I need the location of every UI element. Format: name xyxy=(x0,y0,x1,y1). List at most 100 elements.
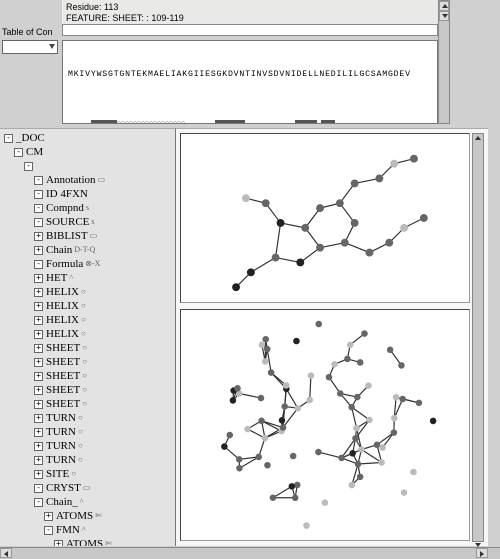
tree-item-21[interactable]: +SITE ○ xyxy=(4,467,175,481)
tree-type-icon: s xyxy=(86,201,89,215)
tree-item-14[interactable]: +SHEET ○ xyxy=(4,369,175,383)
scroll-up-icon[interactable] xyxy=(439,1,449,11)
tree-toggle-icon[interactable]: - xyxy=(34,260,43,269)
tree-toggle-icon[interactable]: - xyxy=(34,498,43,507)
tree-toggle-icon[interactable]: - xyxy=(44,526,53,535)
tree-toggle-icon[interactable]: + xyxy=(34,470,43,479)
tree-item-26[interactable]: +ATOMS ✄ xyxy=(4,537,175,546)
tree-item-9[interactable]: +HELIX ○ xyxy=(4,299,175,313)
tree-toggle-icon[interactable]: - xyxy=(34,190,43,199)
toc-dropdown[interactable] xyxy=(2,40,58,54)
feature-line: FEATURE: SHEET: : 109-119 xyxy=(66,13,434,24)
sequence-panel[interactable]: MKIVYWSGTGNTEKMAELIAKGIIESGKDVNTINVSDVNI… xyxy=(62,40,438,124)
protein-view[interactable] xyxy=(180,309,470,541)
tree-toggle-icon[interactable]: + xyxy=(34,288,43,297)
tree-node[interactable]: - xyxy=(4,159,175,173)
sequence-line-1: MKIVYWSGTGNTEKMAELIAKGIIESGKDVNTINVSDVNI… xyxy=(68,69,432,81)
tree-type-icon: ^ xyxy=(80,495,84,509)
tree-item-label: SHEET xyxy=(46,383,80,397)
tree-toggle-icon[interactable]: + xyxy=(34,302,43,311)
tree-toggle-icon[interactable]: + xyxy=(34,344,43,353)
tree-type-icon: ○ xyxy=(81,285,86,299)
views-scrollbar-vertical[interactable] xyxy=(472,133,484,542)
tree-toggle-icon[interactable]: + xyxy=(34,428,43,437)
tree-type-icon: ○ xyxy=(82,355,87,369)
tree-item-label: SOURCE xyxy=(46,215,89,229)
tree-item-19[interactable]: +TURN ○ xyxy=(4,439,175,453)
tree-item-5[interactable]: +Chain D-T-Q xyxy=(4,243,175,257)
tree-item-4[interactable]: +BIBLIST ▭ xyxy=(4,229,175,243)
tree-node-cm[interactable]: -CM xyxy=(4,145,175,159)
tree-item-15[interactable]: +SHEET ○ xyxy=(4,383,175,397)
tree-item-23[interactable]: -Chain_ ^ xyxy=(4,495,175,509)
tree-toggle-icon[interactable]: - xyxy=(34,204,43,213)
tree-item-20[interactable]: +TURN ○ xyxy=(4,453,175,467)
table-of-contents-panel: Table of Con xyxy=(0,24,62,74)
tree-toggle-icon[interactable]: + xyxy=(34,372,43,381)
tree-item-16[interactable]: +SHEET ○ xyxy=(4,397,175,411)
tree-toggle-icon[interactable]: + xyxy=(54,540,63,547)
tree-item-label: ID 4FXN xyxy=(46,187,88,201)
tree-toggle-icon[interactable]: + xyxy=(34,442,43,451)
bottom-scrollbar-horizontal[interactable] xyxy=(0,547,500,559)
tree-type-icon: ^ xyxy=(69,271,73,285)
tree-toggle-icon[interactable]: + xyxy=(34,330,43,339)
scroll-down-icon[interactable] xyxy=(439,11,449,21)
tree-type-icon: ○ xyxy=(78,411,83,425)
tree-panel[interactable]: -_DOC-CM--Annotation ▭-ID 4FXN-Compnd s-… xyxy=(0,128,176,546)
tree-item-12[interactable]: +SHEET ○ xyxy=(4,341,175,355)
tree-toggle-icon[interactable]: + xyxy=(34,274,43,283)
top-scrollbar-vertical[interactable] xyxy=(438,0,450,124)
tree-item-18[interactable]: +TURN ○ xyxy=(4,425,175,439)
tree-item-11[interactable]: +HELIX ○ xyxy=(4,327,175,341)
tree-item-1[interactable]: -ID 4FXN xyxy=(4,187,175,201)
residue-info-panel: Residue: 113 FEATURE: SHEET: : 109-119 xyxy=(62,0,438,24)
tree-item-7[interactable]: +HET ^ xyxy=(4,271,175,285)
scroll-right-icon[interactable] xyxy=(476,548,488,558)
residue-line: Residue: 113 xyxy=(66,2,434,13)
tree-item-13[interactable]: +SHEET ○ xyxy=(4,355,175,369)
tree-item-8[interactable]: +HELIX ○ xyxy=(4,285,175,299)
tree-toggle-icon[interactable]: + xyxy=(34,232,43,241)
scroll-left-icon[interactable] xyxy=(0,548,12,558)
tree-root-doc[interactable]: -_DOC xyxy=(4,131,175,145)
tree-type-icon: ○ xyxy=(71,467,76,481)
tree-toggle-icon[interactable]: + xyxy=(34,358,43,367)
ligand-view[interactable] xyxy=(180,133,470,303)
tree-toggle-icon[interactable]: + xyxy=(34,400,43,409)
tree-toggle-icon[interactable]: - xyxy=(34,484,43,493)
tree-toggle-icon[interactable]: + xyxy=(34,414,43,423)
tree-item-label: HELIX xyxy=(46,313,79,327)
tree-item-label: HELIX xyxy=(46,285,79,299)
tree-type-icon: ○ xyxy=(82,397,87,411)
tree-item-label: SHEET xyxy=(46,341,80,355)
tree-toggle-icon[interactable]: + xyxy=(34,246,43,255)
tree-item-22[interactable]: -CRYST ▭ xyxy=(4,481,175,495)
tree-item-label: HELIX xyxy=(46,327,79,341)
tree-item-label: TURN xyxy=(46,439,76,453)
tree-item-24[interactable]: +ATOMS ✄ xyxy=(4,509,175,523)
tree-toggle-icon[interactable]: - xyxy=(24,162,33,171)
tree-item-0[interactable]: -Annotation ▭ xyxy=(4,173,175,187)
tree-toggle-icon[interactable]: - xyxy=(14,148,23,157)
tree-toggle-icon[interactable]: + xyxy=(34,456,43,465)
tree-type-icon: ✄ xyxy=(105,537,112,546)
tree-type-icon: ○ xyxy=(81,313,86,327)
tree-type-icon: ^ xyxy=(82,523,86,537)
sequence-text-field[interactable] xyxy=(62,24,438,36)
tree-toggle-icon[interactable]: - xyxy=(34,176,43,185)
tree-toggle-icon[interactable]: + xyxy=(34,386,43,395)
tree-item-10[interactable]: +HELIX ○ xyxy=(4,313,175,327)
tree-toggle-icon[interactable]: - xyxy=(34,218,43,227)
tree-toggle-icon[interactable]: + xyxy=(44,512,53,521)
tree-item-6[interactable]: -Formula ⊗-X xyxy=(4,257,175,271)
tree-toggle-icon[interactable]: + xyxy=(34,316,43,325)
tree-item-2[interactable]: -Compnd s xyxy=(4,201,175,215)
tree-type-icon: ▭ xyxy=(98,173,106,187)
tree-item-25[interactable]: -FMN ^ xyxy=(4,523,175,537)
tree-toggle-icon[interactable]: - xyxy=(4,134,13,143)
tree-item-label: SITE xyxy=(46,467,69,481)
tree-item-17[interactable]: +TURN ○ xyxy=(4,411,175,425)
tree-item-3[interactable]: -SOURCE s xyxy=(4,215,175,229)
toc-label: Table of Con xyxy=(2,26,60,38)
